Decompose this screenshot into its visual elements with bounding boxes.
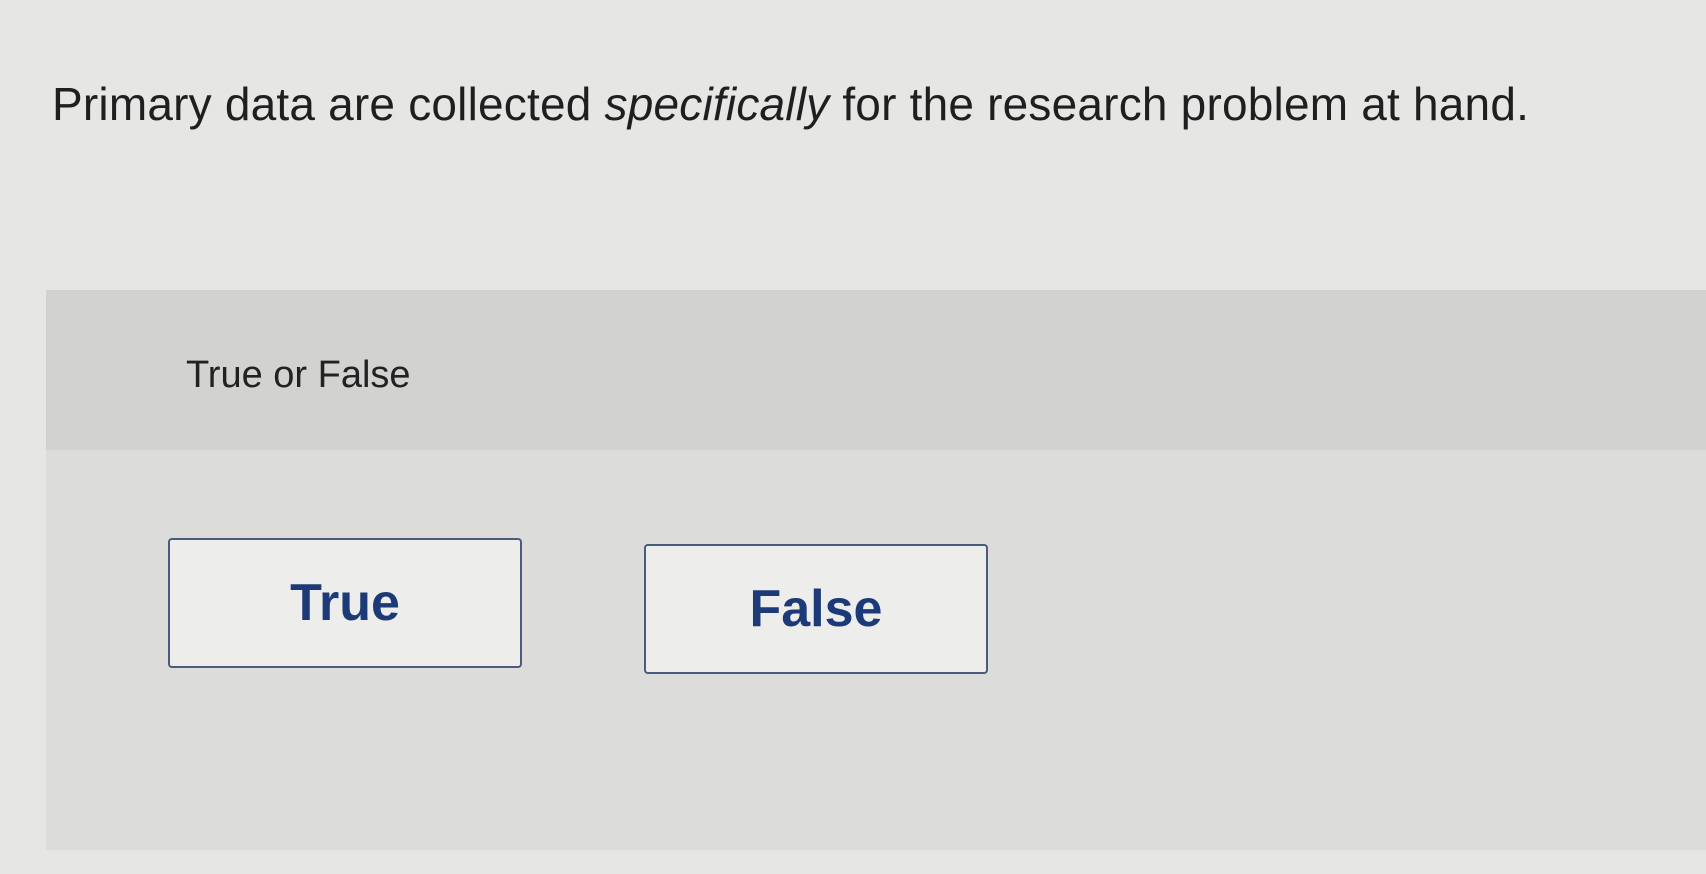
- false-button[interactable]: False: [644, 544, 988, 674]
- question-type-label: True or False: [186, 354, 411, 396]
- answer-panel-header: True or False: [46, 290, 1706, 450]
- true-button[interactable]: True: [168, 538, 522, 668]
- question-text-start: Primary data are collected: [52, 78, 605, 130]
- question-text-end: for the research problem at hand.: [829, 78, 1530, 130]
- question-text-emphasis: specifically: [604, 78, 830, 130]
- question-text: Primary data are collected specifically …: [52, 64, 1672, 144]
